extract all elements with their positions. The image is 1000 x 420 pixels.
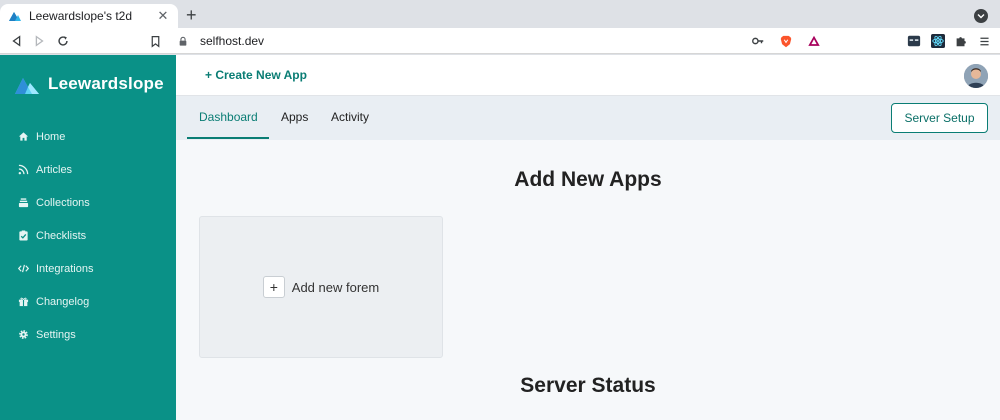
- reload-icon[interactable]: [55, 33, 71, 49]
- tab-search-icon[interactable]: [974, 9, 988, 23]
- gear-icon: [18, 329, 29, 340]
- new-tab-button[interactable]: +: [186, 6, 197, 24]
- sidebar-item-settings[interactable]: Settings: [0, 318, 176, 351]
- key-icon[interactable]: [750, 33, 766, 49]
- brand[interactable]: Leewardslope: [14, 73, 164, 95]
- tab-bar: Dashboard Apps Activity Server Setup: [176, 96, 1000, 140]
- sidebar-nav: Home Articles Collections Checklists Int…: [0, 120, 176, 351]
- add-new-forem-label: Add new forem: [291, 279, 380, 295]
- tab-dashboard[interactable]: Dashboard: [199, 110, 258, 124]
- leewardslope-logo-icon: [15, 78, 39, 94]
- plus-icon: +: [262, 276, 285, 298]
- gift-icon: [18, 296, 29, 307]
- sidebar-item-label: Home: [36, 130, 66, 143]
- extension-dark-icon[interactable]: [906, 33, 922, 49]
- sidebar-item-changelog[interactable]: Changelog: [0, 285, 176, 318]
- server-setup-button[interactable]: Server Setup: [891, 103, 988, 133]
- menu-icon[interactable]: [976, 33, 992, 49]
- forward-icon[interactable]: [31, 33, 47, 49]
- sidebar-item-collections[interactable]: Collections: [0, 186, 176, 219]
- server-status-title: Server Status: [520, 374, 656, 397]
- address-bar[interactable]: selfhost.dev: [172, 30, 828, 52]
- browser-tabstrip: Leewardslope's t2d ✕ +: [0, 0, 1000, 28]
- main-panel: + Create New App Dashboard Apps Activity…: [176, 55, 1000, 420]
- sidebar-item-label: Collections: [36, 196, 90, 209]
- add-new-apps-title: Add New Apps: [514, 168, 662, 191]
- active-tab-indicator: [187, 137, 269, 139]
- sidebar-item-integrations[interactable]: Integrations: [0, 252, 176, 285]
- create-new-app-link[interactable]: + Create New App: [205, 68, 307, 82]
- url-text[interactable]: selfhost.dev: [200, 34, 738, 48]
- brave-rewards-icon[interactable]: [806, 33, 822, 49]
- avatar[interactable]: [964, 64, 988, 88]
- add-new-forem-card[interactable]: + Add new forem: [199, 216, 443, 358]
- puzzle-extensions-icon[interactable]: [953, 33, 969, 49]
- clipboard-check-icon: [18, 230, 29, 241]
- dashboard-content: Add New Apps + Add new forem Server Stat…: [176, 140, 1000, 420]
- brave-shields-icon[interactable]: [778, 33, 794, 49]
- browser-tab[interactable]: Leewardslope's t2d ✕: [0, 4, 178, 28]
- top-bar: + Create New App: [176, 55, 1000, 96]
- browser-tab-title: Leewardslope's t2d: [29, 9, 133, 23]
- back-icon[interactable]: [9, 33, 25, 49]
- rss-icon: [18, 164, 29, 175]
- server-status-text-cutoff: [433, 413, 593, 419]
- sidebar-item-label: Articles: [36, 163, 73, 176]
- sidebar-item-articles[interactable]: Articles: [0, 153, 176, 186]
- tab-activity[interactable]: Activity: [331, 110, 369, 124]
- code-icon: [18, 263, 29, 274]
- sidebar-item-home[interactable]: Home: [0, 120, 176, 153]
- tab-close-icon[interactable]: ✕: [156, 8, 170, 24]
- home-icon: [18, 131, 29, 142]
- bookmark-icon[interactable]: [147, 33, 163, 49]
- sidebar-item-checklists[interactable]: Checklists: [0, 219, 176, 252]
- sidebar-item-label: Checklists: [36, 229, 87, 242]
- sidebar-item-label: Changelog: [36, 295, 90, 308]
- collections-icon: [18, 197, 29, 208]
- tab-apps[interactable]: Apps: [281, 110, 308, 124]
- sidebar: Leewardslope Home Articles Collections C…: [0, 55, 176, 420]
- react-devtools-icon[interactable]: [930, 33, 946, 49]
- sidebar-item-label: Integrations: [36, 262, 94, 275]
- lock-icon[interactable]: [178, 35, 190, 47]
- app-root: Leewardslope Home Articles Collections C…: [0, 55, 1000, 420]
- browser-toolbar: selfhost.dev: [0, 28, 1000, 54]
- sidebar-item-label: Settings: [36, 328, 76, 341]
- brand-name: Leewardslope: [48, 74, 164, 93]
- leewardslope-favicon-icon: [8, 9, 22, 23]
